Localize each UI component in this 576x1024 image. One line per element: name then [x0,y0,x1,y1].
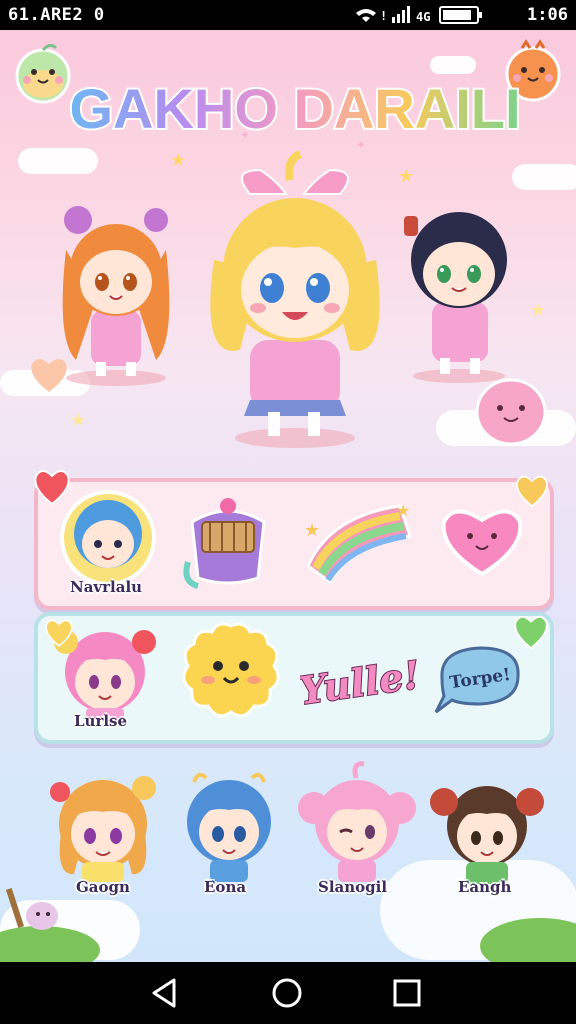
app-screen: 61.ARE2 0 ! 4G 1:06 ★ ★ ★ ★ ✦ ✦ GAKHO DA… [0,0,576,1024]
sticker-label: Lurlse [74,712,128,730]
status-left-text: 61.ARE2 0 [8,5,105,25]
alert-icon: ! [380,9,387,23]
star-icon: ★ [70,410,87,431]
bush-decoration [0,888,100,962]
pink-blob-icon[interactable] [472,374,550,448]
svg-text:★: ★ [304,520,320,541]
status-time: 1:06 [527,5,568,25]
sticker-panel-1: Navrlalu ★ ★ [34,478,554,610]
green-heart-icon [514,615,548,650]
home-icon[interactable] [270,976,304,1010]
sticker-panel-2: Lurlse Yulle! Torpe! [34,612,554,744]
speech-bubble-sticker[interactable]: Torpe! [430,638,528,722]
app-title-text: GAKHO DARAILI [69,77,520,140]
navigation-bar [0,962,576,1024]
blue-hair-boy-avatar[interactable] [176,766,282,884]
sticker-label: Navrlalu [70,578,143,596]
yellow-star-icon [45,619,73,647]
svg-text:4G: 4G [416,10,430,24]
avatar-label: Slanogil [318,878,388,896]
pink-hair-girl-avatar[interactable] [296,758,418,884]
treasure-bag-sticker[interactable] [178,492,278,592]
pink-heart-sticker[interactable] [436,500,528,580]
avatar-label: Eona [204,878,247,896]
yellow-blob-sticker[interactable] [178,620,284,724]
cloud [18,148,98,174]
wifi-icon [356,9,376,22]
text-sticker[interactable]: Yulle! [300,636,420,726]
blonde-girl-character[interactable] [190,150,400,450]
data-icon: 4G [416,10,430,24]
yellow-heart-icon [516,475,548,508]
recents-icon[interactable] [390,976,424,1010]
app-title: GAKHO DARAILI [67,75,522,142]
status-icons: ! 4G [356,6,482,24]
svg-text:!: ! [380,9,387,23]
text-sticker-word: Yulle! [300,652,420,713]
signal-icon [392,6,410,23]
bush-decoration [480,918,576,962]
orange-hair-girl-avatar[interactable] [44,766,162,884]
star-icon: ★ [170,150,187,171]
red-heart-icon [34,470,70,506]
battery-icon [439,6,482,24]
back-icon[interactable] [148,976,182,1010]
peach-heart-icon [31,359,67,392]
star-icon: ★ [398,166,415,187]
rainbow-sticker[interactable]: ★ ★ [300,496,420,592]
brown-hair-girl-avatar[interactable] [428,772,546,884]
svg-text:★: ★ [396,501,410,520]
status-bar: 61.ARE2 0 ! 4G 1:06 [0,0,576,30]
black-hair-girl-character[interactable] [384,186,534,386]
